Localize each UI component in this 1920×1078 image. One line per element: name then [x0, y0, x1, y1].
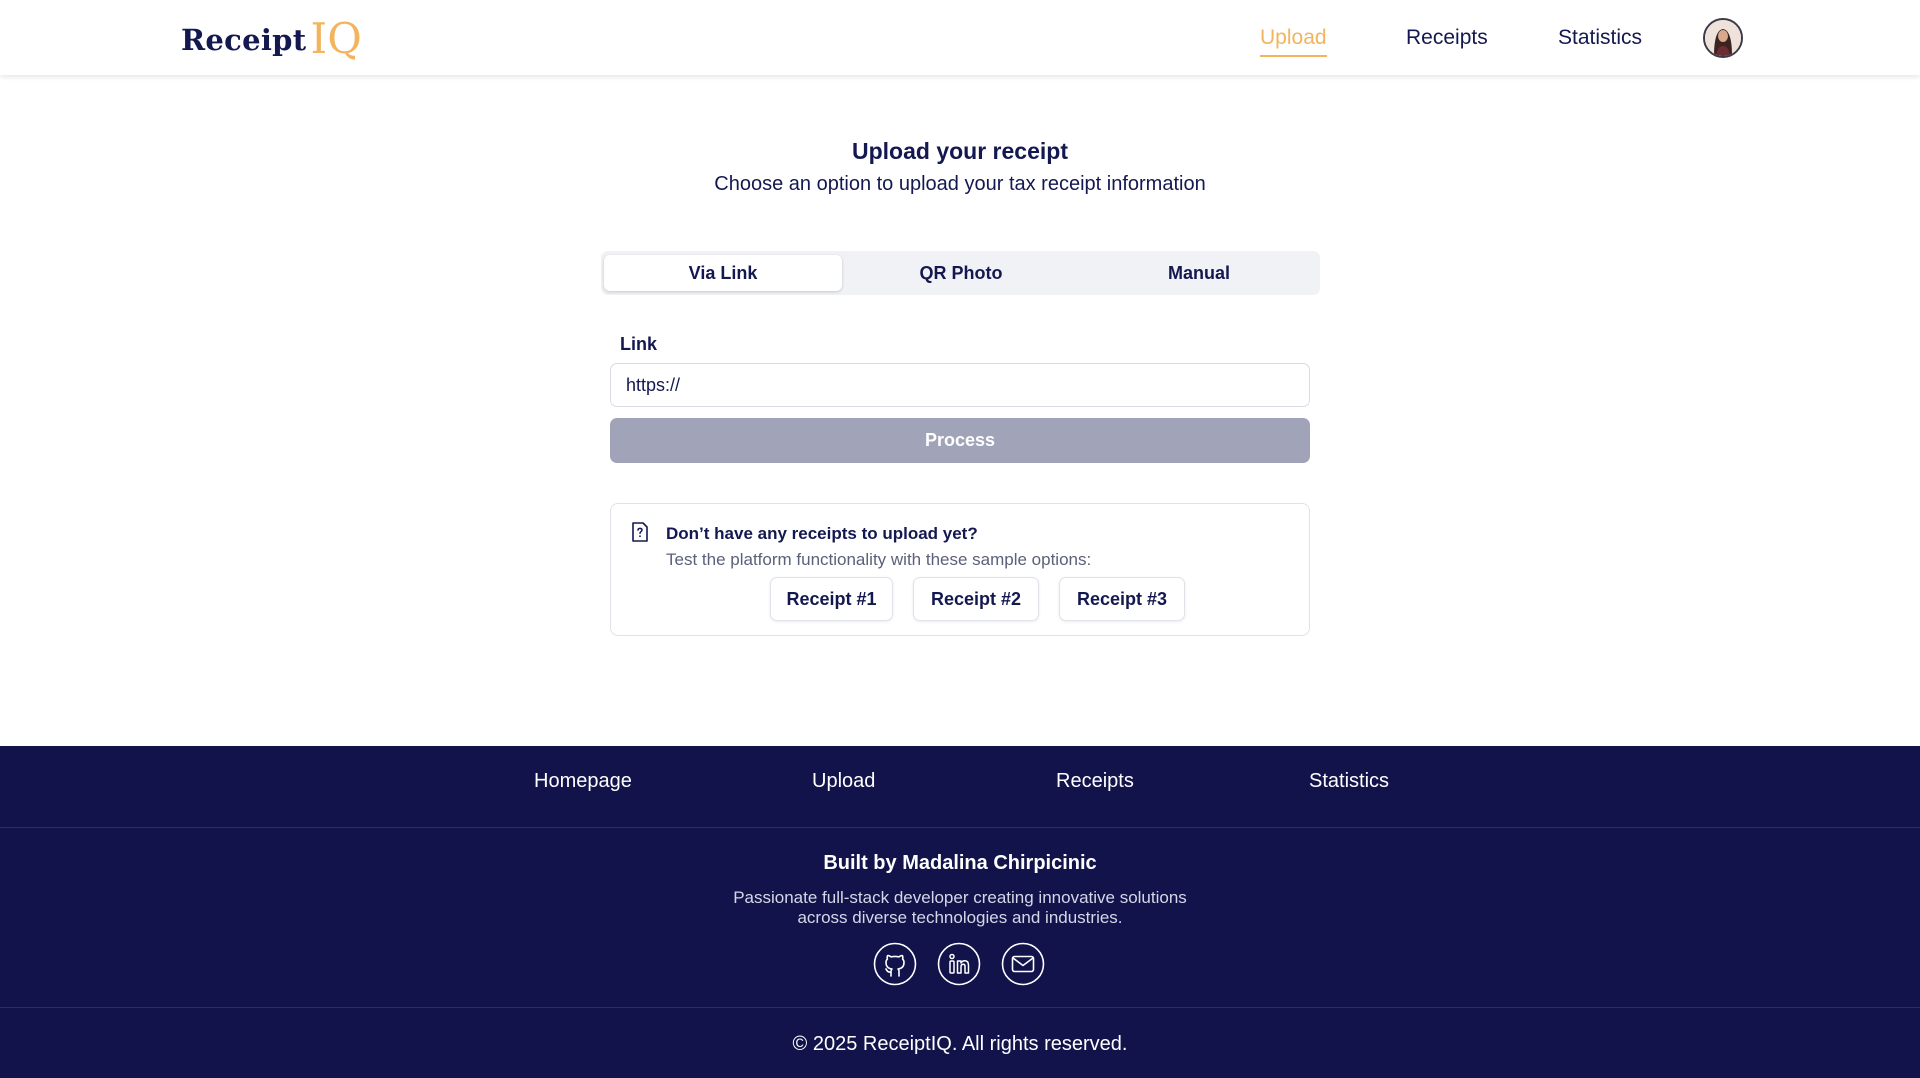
footer-link-statistics[interactable]: Statistics [1309, 770, 1389, 793]
footer-bio: Passionate full-stack developer creating… [710, 888, 1210, 928]
link-field-label: Link [620, 334, 658, 354]
nav-upload-link[interactable]: Upload [1260, 24, 1327, 57]
footer-link-receipts[interactable]: Receipts [1056, 770, 1134, 793]
sample-receipts-card: Don’t have any receipts to upload yet? T… [610, 503, 1310, 636]
footer-bio-line-1: Passionate full-stack developer creating… [733, 888, 1187, 907]
footer-bio-line-2: across diverse technologies and industri… [797, 908, 1123, 927]
upload-method-tabs: Via Link QR Photo Manual [601, 251, 1320, 295]
github-icon[interactable] [873, 942, 917, 986]
sample-receipt-2-button[interactable]: Receipt #2 [913, 577, 1039, 621]
footer-divider [0, 827, 1920, 828]
linkedin-icon[interactable] [937, 942, 981, 986]
footer-link-homepage[interactable]: Homepage [534, 770, 632, 793]
mail-icon[interactable] [1001, 942, 1045, 986]
sample-receipt-1-button[interactable]: Receipt #1 [770, 577, 893, 621]
document-question-icon [632, 522, 648, 542]
sample-heading: Don’t have any receipts to upload yet? [666, 524, 978, 543]
sample-receipt-3-button[interactable]: Receipt #3 [1059, 577, 1185, 621]
tab-manual[interactable]: Manual [1080, 255, 1318, 291]
link-input[interactable] [610, 363, 1310, 407]
top-navbar: ReceiptIQ Upload Receipts Statistics [0, 0, 1920, 75]
nav-statistics-link[interactable]: Statistics [1558, 24, 1642, 52]
logo-text-accent: IQ [310, 14, 363, 63]
sample-subtext: Test the platform functionality with the… [666, 550, 1092, 569]
site-footer: Homepage Upload Receipts Statistics Buil… [0, 746, 1920, 1078]
tab-via-link[interactable]: Via Link [604, 255, 842, 291]
footer-divider [0, 1007, 1920, 1008]
nav-receipts-link[interactable]: Receipts [1406, 24, 1488, 52]
user-avatar[interactable] [1703, 18, 1743, 58]
footer-built-by: Built by Madalina Chirpicinic [823, 852, 1097, 874]
footer-link-upload[interactable]: Upload [812, 770, 875, 793]
footer-copyright: © 2025 ReceiptIQ. All rights reserved. [792, 1033, 1128, 1055]
avatar-portrait-icon [1705, 20, 1741, 56]
receiptiq-logo[interactable]: ReceiptIQ [181, 14, 362, 62]
page-subtitle: Choose an option to upload your tax rece… [714, 173, 1206, 195]
tab-qr-photo[interactable]: QR Photo [842, 255, 1080, 291]
page-title: Upload your receipt [852, 138, 1068, 164]
logo-text-main: Receipt [181, 23, 307, 57]
process-button[interactable]: Process [610, 418, 1310, 463]
